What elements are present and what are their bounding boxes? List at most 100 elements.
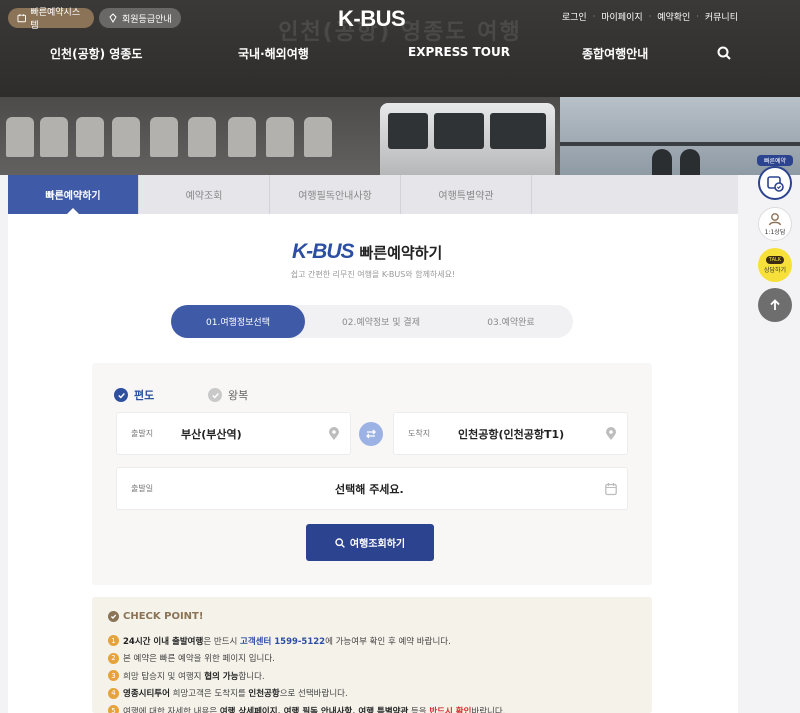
kakao-talk-button[interactable]: TALK 상담하기: [758, 248, 792, 282]
bus-shape: [380, 103, 555, 175]
arrival-value: 인천공항(인천공항T1): [458, 428, 565, 441]
top-utility-links: 로그인 · 마이페이지 · 예약확인 · 커뮤니티: [562, 10, 738, 23]
diamond-icon: [109, 13, 117, 23]
login-link[interactable]: 로그인: [562, 10, 587, 23]
arrival-field[interactable]: 도착지 인천공항(인천공항T1): [393, 412, 628, 455]
checkpoint-number-badge: 3: [108, 670, 119, 682]
checkpoint-text-segment: 은 반드시: [203, 636, 240, 647]
checkpoint-text-segment: 희망 탑승지 및 여행지: [123, 671, 205, 682]
arrival-label: 도착지: [408, 429, 431, 438]
seat-shape: [188, 117, 216, 157]
checkpoint-item: 1 24시간 이내 출발여행은 반드시 고객센터 1599-5122에 가능여부 …: [108, 632, 648, 650]
check-icon: [114, 388, 128, 402]
nav-travel-guide[interactable]: 종합여행안내: [582, 45, 648, 62]
tab-special-terms[interactable]: 여행특별약관: [401, 175, 532, 214]
site-header: 인천(공항) 영종도 여행 빠른예약시스템 회원등급안내 K-BUS 로그인 ·…: [0, 0, 800, 97]
talk-bubble-icon: TALK: [765, 256, 785, 264]
hero-banner-image: [0, 97, 800, 175]
checkpoint-text-segment: 반드시 확인: [429, 706, 472, 713]
checkpoint-text-segment: 인천공항: [248, 689, 280, 700]
step-1: 01.여행정보선택: [171, 305, 305, 338]
quick-reserve-system-label: 빠른예약시스템: [30, 8, 81, 31]
separator-dot: ·: [696, 12, 699, 21]
checkpoint-item: 5 여행에 대한 자세한 내용은 여행 상세페이지, 여행 필독 안내사항, 여행…: [108, 702, 648, 713]
step-indicator: 01.여행정보선택 02.예약정보 및 결제 03.예약완료: [171, 305, 573, 338]
nav-express-tour[interactable]: EXPRESS TOUR: [408, 45, 510, 59]
checkpoint-text-segment: 협의 가능: [204, 671, 239, 682]
checkpoint-text-segment: 여행에 대한 자세한 내용은: [123, 706, 220, 713]
round-trip-radio[interactable]: 왕복: [208, 387, 248, 403]
checkpoint-item: 2 본 예약은 빠른 예약을 위한 페이지 입니다.: [108, 650, 648, 668]
search-icon[interactable]: [717, 46, 731, 60]
seat-shape: [228, 117, 256, 157]
trip-search-label: 여행조회하기: [349, 539, 406, 550]
member-grade-label: 회원등급안내: [122, 14, 172, 25]
checkpoint-header: CHECK POINT!: [108, 611, 203, 622]
checkpoint-text-segment: 바랍니다.: [471, 706, 506, 713]
quick-reserve-float-button[interactable]: [758, 166, 792, 200]
trip-search-button[interactable]: 여행조회하기: [306, 524, 434, 561]
departure-field[interactable]: 출발지 부산(부산역): [116, 412, 351, 455]
swap-arrows-icon: [366, 429, 376, 439]
seat-shape: [6, 117, 34, 157]
checkpoint-text-segment: 으로 선택바랍니다.: [279, 689, 348, 700]
swap-button[interactable]: [359, 422, 383, 446]
calendar-icon: [17, 14, 26, 23]
date-field[interactable]: 출발일 선택해 주세요.: [116, 467, 628, 510]
calendar-icon: [605, 483, 617, 496]
kbus-logo[interactable]: K-BUS: [338, 4, 412, 34]
checkpoint-text: 24시간 이내 출발여행은 반드시 고객센터 1599-5122에 가능여부 확…: [123, 635, 451, 647]
checkpoint-number-badge: 4: [108, 687, 119, 699]
seat-shape: [304, 117, 332, 157]
checkpoint-item: 4 영종시티투어 희망고객은 도착지를 인천공항으로 선택바랍니다.: [108, 685, 648, 703]
step-3: 03.예약완료: [487, 318, 535, 328]
checkpoint-number-badge: 5: [108, 705, 119, 713]
nav-domestic-overseas[interactable]: 국내·해외여행: [238, 45, 309, 62]
seat-shape: [112, 117, 140, 157]
location-pin-icon: [606, 427, 616, 440]
checkpoint-text-segment: 본 예약은 빠른 예약을 위한 페이지 입니다.: [123, 654, 275, 665]
tab-quick-reserve[interactable]: 빠른예약하기: [8, 175, 139, 215]
form-subtitle: 쉽고 간편한 리무진 여행을 K-BUS와 함께하세요!: [290, 270, 456, 279]
form-title-text: 빠른예약하기: [359, 243, 443, 262]
checkpoint-number-badge: 2: [108, 652, 119, 664]
departure-value: 부산(부산역): [181, 428, 242, 441]
person-icon: [768, 213, 782, 226]
one-way-label: 편도: [134, 389, 155, 402]
tab-bar-filler: [532, 175, 738, 214]
quick-reserve-badge: 빠른예약: [757, 155, 793, 166]
one-on-one-chat-label: 1:1상담: [764, 229, 786, 236]
separator-dot: ·: [648, 12, 652, 21]
tab-reservation-lookup[interactable]: 예약조회: [139, 175, 270, 214]
checkpoint-title: CHECK POINT!: [123, 611, 204, 622]
tab-travel-notice[interactable]: 여행필독안내사항: [270, 175, 401, 214]
mypage-link[interactable]: 마이페이지: [601, 10, 642, 23]
checkpoint-text: 영종시티투어 희망고객은 도착지를 인천공항으로 선택바랍니다.: [123, 687, 348, 699]
main-navigation: 인천(공항) 영종도 국내·해외여행 EXPRESS TOUR 종합여행안내: [0, 45, 800, 63]
checkpoint-item: 3 희망 탑승지 및 여행지 협의 가능합니다.: [108, 667, 648, 685]
one-on-one-chat-button[interactable]: 1:1상담: [758, 207, 792, 241]
logo-text: K-BUS: [338, 6, 406, 31]
scroll-top-button[interactable]: [758, 288, 792, 322]
checkpoint-number-badge: 1: [108, 635, 119, 647]
date-value: 선택해 주세요.: [335, 483, 404, 496]
reservation-check-link[interactable]: 예약확인: [657, 10, 690, 23]
community-link[interactable]: 커뮤니티: [705, 10, 738, 23]
one-way-radio[interactable]: 편도: [114, 387, 154, 403]
checkpoint-text-segment: 등을: [408, 706, 430, 713]
separator-dot: ·: [592, 12, 596, 21]
member-grade-button[interactable]: 회원등급안내: [99, 8, 181, 28]
seat-shape: [40, 117, 68, 157]
form-title-logo: K-BUS: [292, 240, 354, 263]
checkpoint-text: 본 예약은 빠른 예약을 위한 페이지 입니다.: [123, 652, 275, 664]
checkpoint-text: 여행에 대한 자세한 내용은 여행 상세페이지, 여행 필독 안내사항, 여행 …: [123, 705, 505, 713]
quick-reserve-system-button[interactable]: 빠른예약시스템: [8, 8, 94, 31]
seat-shape: [76, 117, 104, 157]
bus-window: [434, 113, 484, 149]
checkpoint-box: CHECK POINT! 1 24시간 이내 출발여행은 반드시 고객센터 159…: [92, 597, 652, 713]
nav-incheon-airport[interactable]: 인천(공항) 영종도: [50, 45, 142, 62]
reservation-content: K-BUS 빠른예약하기 쉽고 간편한 리무진 여행을 K-BUS와 함께하세요…: [8, 214, 738, 713]
bus-window: [388, 113, 428, 149]
search-icon: [335, 537, 345, 548]
check-icon: [208, 388, 222, 402]
